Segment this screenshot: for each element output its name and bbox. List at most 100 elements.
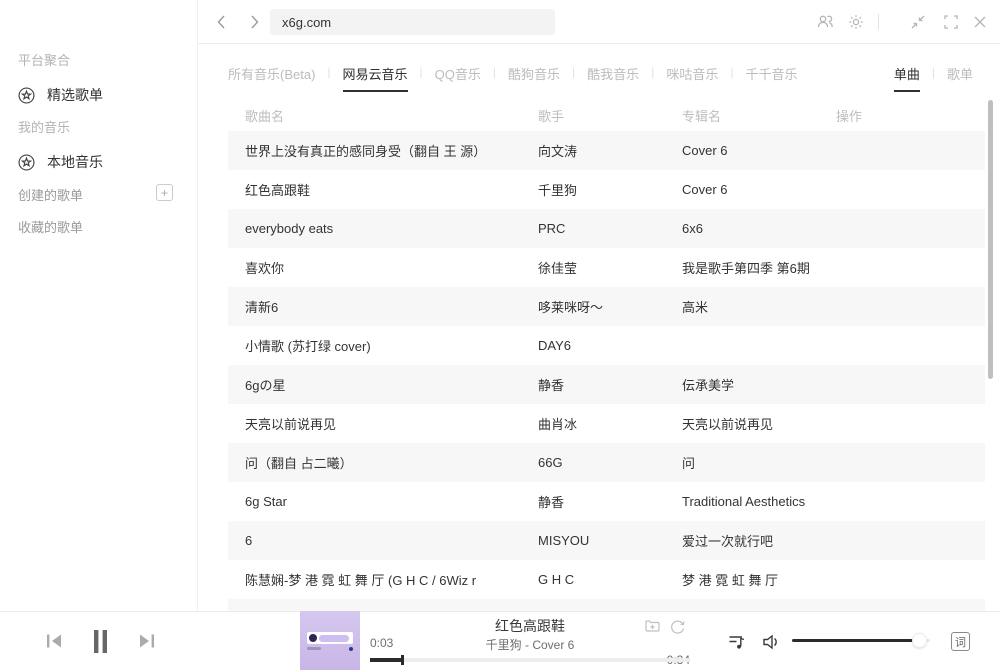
table-row[interactable]: 6gの星 静香 伝承美学: [228, 365, 985, 404]
song-name: 清新6: [228, 297, 521, 316]
player-bar: 红色高跟鞋 0:03 千里狗 - Cover 6 0:34: [0, 611, 1000, 670]
volume-knob[interactable]: [912, 633, 927, 648]
tab-source-6[interactable]: 千千音乐: [745, 58, 797, 92]
tab-source-0[interactable]: 所有音乐(Beta): [228, 58, 315, 92]
song-album: 6x6: [665, 221, 819, 236]
song-album: 爱过一次就行吧: [665, 531, 819, 550]
volume-slider[interactable]: [792, 639, 930, 642]
tab-view-0[interactable]: 单曲: [894, 58, 920, 92]
plus-icon: +: [161, 186, 168, 200]
song-table-body: 世界上没有真正的感同身受（翻自 王 源） 向文涛 Cover 6 红色高跟鞋 千…: [228, 131, 985, 611]
song-table: 歌曲名 歌手 专辑名 操作 世界上没有真正的感同身受（翻自 王 源） 向文涛 C…: [228, 100, 985, 611]
sidebar-item-created-playlists[interactable]: 创建的歌单: [18, 185, 83, 204]
player-times: 0:03 千里狗 - Cover 6 0:34: [370, 636, 690, 653]
table-row[interactable]: 世界上没有真正的感同身受（翻自 王 源） 向文涛 Cover 6: [228, 131, 985, 170]
users-icon[interactable]: [815, 12, 835, 32]
search-input[interactable]: [270, 9, 555, 35]
column-header-song: 歌曲名: [228, 106, 521, 125]
tab-source-4[interactable]: 酷我音乐: [587, 58, 639, 92]
sidebar-section-platform: 平台聚合: [18, 50, 70, 69]
table-row[interactable]: 喜欢你 徐佳莹 我是歌手第四季 第6期: [228, 248, 985, 287]
song-name: 6: [228, 533, 521, 548]
table-row[interactable]: 6 MISYOU 爱过一次就行吧: [228, 521, 985, 560]
tab-source-5[interactable]: 咪咕音乐: [666, 58, 718, 92]
song-name: 红色高跟鞋: [228, 180, 521, 199]
next-icon[interactable]: [137, 631, 157, 656]
song-artist: PRC: [521, 221, 665, 236]
tab-separator: |: [572, 58, 575, 79]
close-icon[interactable]: [970, 12, 990, 32]
song-artist: G H C: [521, 572, 665, 587]
shrink-icon[interactable]: [908, 12, 928, 32]
song-artist: 静香: [521, 375, 665, 394]
scrollbar-thumb[interactable]: [988, 100, 993, 379]
table-row[interactable]: 小情歌 (苏打绿 cover) DAY6: [228, 326, 985, 365]
column-header-album: 专辑名: [665, 106, 819, 125]
song-album: Traditional Aesthetics: [665, 494, 819, 509]
progress-bar[interactable]: [370, 658, 690, 662]
tab-separator: |: [730, 58, 733, 79]
album-art[interactable]: [300, 611, 360, 670]
table-row[interactable]: [228, 599, 985, 611]
album-art-card: [307, 632, 353, 644]
song-artist: 哆莱咪呀～: [521, 297, 665, 316]
tab-separator: |: [932, 58, 935, 79]
sidebar-item-favorited-playlists[interactable]: 收藏的歌单: [18, 217, 83, 236]
song-artist: 千里狗: [521, 180, 665, 199]
table-row[interactable]: 清新6 哆莱咪呀～ 高米: [228, 287, 985, 326]
sidebar-item-label: 精选歌单: [47, 85, 103, 105]
tab-separator: |: [327, 58, 330, 79]
table-row[interactable]: everybody eats PRC 6x6: [228, 209, 985, 248]
view-tabs: 单曲 | 歌单: [894, 58, 985, 92]
queue-icon[interactable]: [727, 632, 747, 657]
table-row[interactable]: 陈慧娴-梦 港 霓 虹 舞 厅 (G H C / 6Wiz r G H C 梦 …: [228, 560, 985, 599]
sidebar-item-featured-playlists[interactable]: 精选歌单: [18, 85, 103, 105]
pause-icon[interactable]: [90, 629, 111, 659]
album-art-avatar: [309, 634, 317, 642]
forward-icon[interactable]: [244, 12, 264, 32]
back-icon[interactable]: [212, 12, 232, 32]
add-playlist-button[interactable]: +: [156, 184, 173, 201]
song-name: 6g Star: [228, 494, 521, 509]
source-tabs: 所有音乐(Beta)|网易云音乐|QQ音乐|酷狗音乐|酷我音乐|咪咕音乐|千千音…: [228, 58, 809, 92]
album-art-footer: [307, 647, 353, 651]
progress-handle[interactable]: [401, 655, 404, 665]
player-info: 红色高跟鞋 0:03 千里狗 - Cover 6 0:34: [370, 612, 690, 670]
now-playing-subtitle: 千里狗 - Cover 6: [370, 636, 690, 653]
song-name: 小情歌 (苏打绿 cover): [228, 336, 521, 355]
current-time: 0:03: [370, 636, 393, 650]
song-album: 高米: [665, 297, 819, 316]
app-window: 平台聚合 精选歌单 我的音乐 本地音乐 创建的歌单 +: [0, 0, 1000, 670]
song-artist: 曲肖冰: [521, 414, 665, 433]
tab-separator: |: [493, 58, 496, 79]
song-album: 梦 港 霓 虹 舞 厅: [665, 570, 819, 589]
table-row[interactable]: 问（翻自 占二曦） 66G 问: [228, 443, 985, 482]
fullscreen-icon[interactable]: [941, 12, 961, 32]
song-album: 天亮以前说再见: [665, 414, 819, 433]
tab-view-1[interactable]: 歌单: [947, 58, 973, 92]
song-artist: MISYOU: [521, 533, 665, 548]
table-row[interactable]: 6g Star 静香 Traditional Aesthetics: [228, 482, 985, 521]
song-artist: DAY6: [521, 338, 665, 353]
speaker-icon[interactable]: [761, 632, 783, 657]
tab-source-2[interactable]: QQ音乐: [435, 58, 481, 92]
star-circle-icon: [18, 154, 35, 171]
sidebar: 平台聚合 精选歌单 我的音乐 本地音乐 创建的歌单 +: [0, 0, 198, 611]
sidebar-section-my-music: 我的音乐: [18, 117, 70, 136]
tab-source-3[interactable]: 酷狗音乐: [508, 58, 560, 92]
star-circle-icon: [18, 87, 35, 104]
sidebar-item-local-music[interactable]: 本地音乐: [18, 152, 103, 172]
song-name: everybody eats: [228, 221, 521, 236]
previous-icon[interactable]: [44, 631, 64, 656]
topbar: [198, 0, 1000, 44]
progress-fill: [370, 658, 402, 662]
table-row[interactable]: 天亮以前说再见 曲肖冰 天亮以前说再见: [228, 404, 985, 443]
column-header-artist: 歌手: [521, 106, 665, 125]
table-row[interactable]: 红色高跟鞋 千里狗 Cover 6: [228, 170, 985, 209]
volume-fill: [792, 639, 920, 642]
lyrics-icon[interactable]: 词: [951, 632, 970, 651]
tab-source-1[interactable]: 网易云音乐: [343, 58, 408, 92]
song-artist: 向文涛: [521, 141, 665, 160]
gear-icon[interactable]: [846, 12, 866, 32]
sidebar-item-label: 本地音乐: [47, 152, 103, 172]
